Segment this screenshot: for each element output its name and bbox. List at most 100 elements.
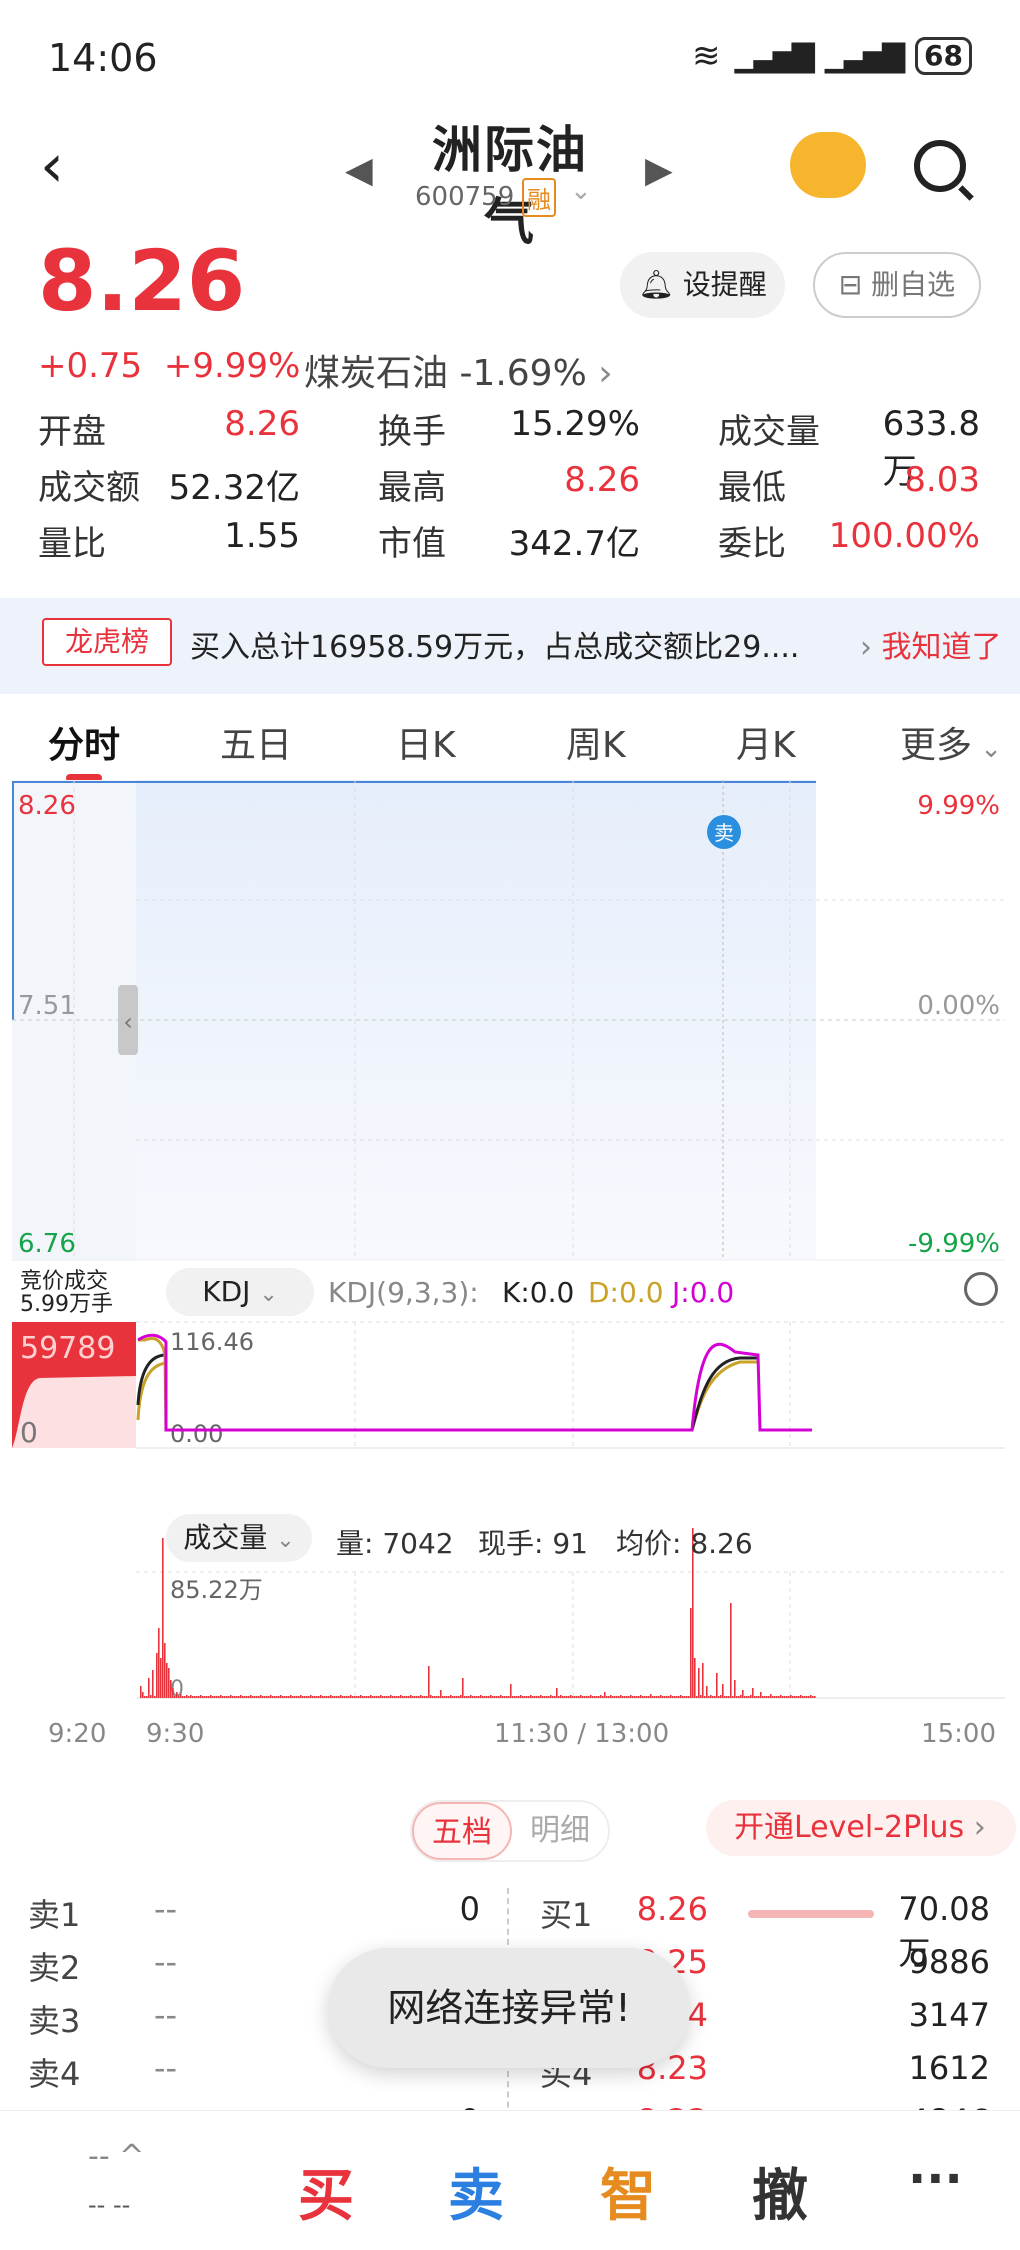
volume-bar [328, 1696, 330, 1698]
volume-bar [222, 1696, 224, 1698]
chevron-down-icon[interactable]: ⌄ [570, 176, 592, 206]
ask-price: -- [154, 1996, 178, 2034]
tab-daily-k[interactable]: 日K [396, 716, 456, 768]
tab-more[interactable]: 更多 ⌄ [900, 716, 1002, 768]
quote-value: 8.26 [564, 460, 640, 500]
pct-mid-label: 0.00% [917, 991, 1000, 1021]
dismiss-link[interactable]: › 我知道了 [860, 622, 1002, 666]
volume-bar [346, 1696, 348, 1698]
cancel-order-button[interactable]: 撤 [752, 2151, 808, 2232]
volume-bar [716, 1673, 718, 1698]
volume-bar [696, 1696, 698, 1698]
tab-five-level[interactable]: 五档 [412, 1802, 512, 1860]
volume-bar [488, 1696, 490, 1698]
dragon-tiger-banner[interactable]: 龙虎榜 买入总计16958.59万元，占总成交额比29.... › 我知道了 [0, 598, 1020, 694]
trade-bar: -- ^ -- -- 买 卖 智 撤 ··· [0, 2110, 1020, 2250]
volume-bar [724, 1696, 726, 1698]
volume-bar [676, 1696, 678, 1698]
volume-bar [548, 1696, 550, 1698]
volume-bar [424, 1696, 426, 1698]
volume-bar [450, 1695, 452, 1698]
sector-link[interactable]: 煤炭石油 -1.69% › [304, 344, 613, 396]
volume-bar [620, 1695, 622, 1698]
volume-bar [778, 1696, 780, 1698]
search-icon[interactable] [914, 140, 966, 192]
buy-button[interactable]: 买 [298, 2151, 354, 2232]
volume-bar [626, 1696, 628, 1698]
volume-bar [728, 1696, 730, 1698]
volume-bar [306, 1696, 308, 1698]
mascot-icon[interactable] [790, 132, 866, 198]
volume-bar [212, 1696, 214, 1698]
volume-bar [258, 1696, 260, 1698]
status-bar: 14:06 ≋ ▁▃▅▇ ▁▃▅▇ 68 [0, 0, 1020, 110]
volume-bar [420, 1695, 422, 1698]
volume-bar [198, 1696, 200, 1698]
volume-bar [762, 1696, 764, 1698]
volume-bar [808, 1696, 810, 1698]
volume-bar [386, 1696, 388, 1698]
tab-weekly-k[interactable]: 周K [566, 716, 626, 768]
settings-hexagon-icon[interactable] [964, 1272, 998, 1306]
volume-bar [454, 1696, 456, 1698]
volume-bar [140, 1686, 142, 1698]
volume-bar [604, 1692, 606, 1698]
more-icon[interactable]: ··· [908, 2151, 963, 2207]
volume-bar [726, 1696, 728, 1698]
kdj-j: J:0.0 [672, 1276, 735, 1309]
bid-depth-bar [748, 1910, 874, 1918]
volume-bar [538, 1696, 540, 1698]
sell-button[interactable]: 卖 [448, 2151, 504, 2232]
volume-bar [614, 1696, 616, 1698]
tab-five-day[interactable]: 五日 [220, 716, 292, 768]
set-alert-button[interactable]: 🔔︎ 设提醒 [620, 252, 785, 318]
volume-bar [158, 1628, 160, 1698]
prev-stock-icon[interactable]: ◀ [345, 150, 373, 191]
sell-marker-label: 卖 [714, 821, 734, 845]
signal-icon-2: ▁▃▅▇ [824, 38, 905, 74]
collapse-chevron-icon[interactable]: ‹ [123, 1008, 133, 1036]
volume-bar [634, 1696, 636, 1698]
volume-bar [172, 1688, 174, 1698]
volume-bar [220, 1695, 222, 1698]
volume-bar [308, 1696, 310, 1698]
volume-bar [356, 1696, 358, 1698]
volume-bar [736, 1696, 738, 1698]
kdj-k: K:0.0 [502, 1276, 575, 1309]
average-price: 均价: 8.26 [616, 1527, 753, 1560]
kdj-selector[interactable]: KDJ ⌄ [166, 1268, 314, 1316]
volume-bar [788, 1696, 790, 1698]
level2-upgrade-button[interactable]: 开通Level-2Plus › [706, 1800, 1016, 1856]
volume-bar [688, 1696, 690, 1698]
volume-bar [196, 1696, 198, 1698]
order-book-row[interactable]: 卖1 -- 0 买1 8.26 70.08万 [0, 1890, 1020, 1972]
volume-bar [324, 1696, 326, 1698]
remove-favorite-button[interactable]: ⊟ 删自选 [813, 252, 981, 318]
volume-bar [326, 1696, 328, 1698]
volume-bar [408, 1696, 410, 1698]
smart-button[interactable]: 智 [600, 2151, 656, 2232]
volume-bar [350, 1695, 352, 1698]
volume-bar [568, 1696, 570, 1698]
volume-bar [790, 1695, 792, 1698]
tab-detail[interactable]: 明细 [512, 1802, 608, 1860]
volume-bar [664, 1696, 666, 1698]
volume-bar [578, 1696, 580, 1698]
volume-bar [300, 1695, 302, 1698]
volume-bar [700, 1695, 702, 1698]
volume-bar [178, 1696, 180, 1698]
volume-bar [542, 1696, 544, 1698]
volume-bar [756, 1696, 758, 1698]
volume-selector[interactable]: 成交量 ⌄ [166, 1514, 312, 1562]
stock-header: ‹ ◀ 洲际油气 ▶ 600759 融 ⌄ [0, 110, 1020, 251]
volume-bar [492, 1696, 494, 1698]
battery-indicator: 68 [915, 37, 972, 75]
tab-monthly-k[interactable]: 月K [736, 716, 796, 768]
tab-intraday[interactable]: 分时 [48, 716, 120, 768]
volume-bar [640, 1695, 642, 1698]
ask-label: 卖1 [28, 1896, 81, 1934]
back-chevron-icon[interactable]: ‹ [40, 136, 64, 196]
volume-bar [190, 1695, 192, 1698]
account-summary-top[interactable]: -- ^ [88, 2139, 144, 2174]
next-stock-icon[interactable]: ▶ [645, 150, 673, 191]
